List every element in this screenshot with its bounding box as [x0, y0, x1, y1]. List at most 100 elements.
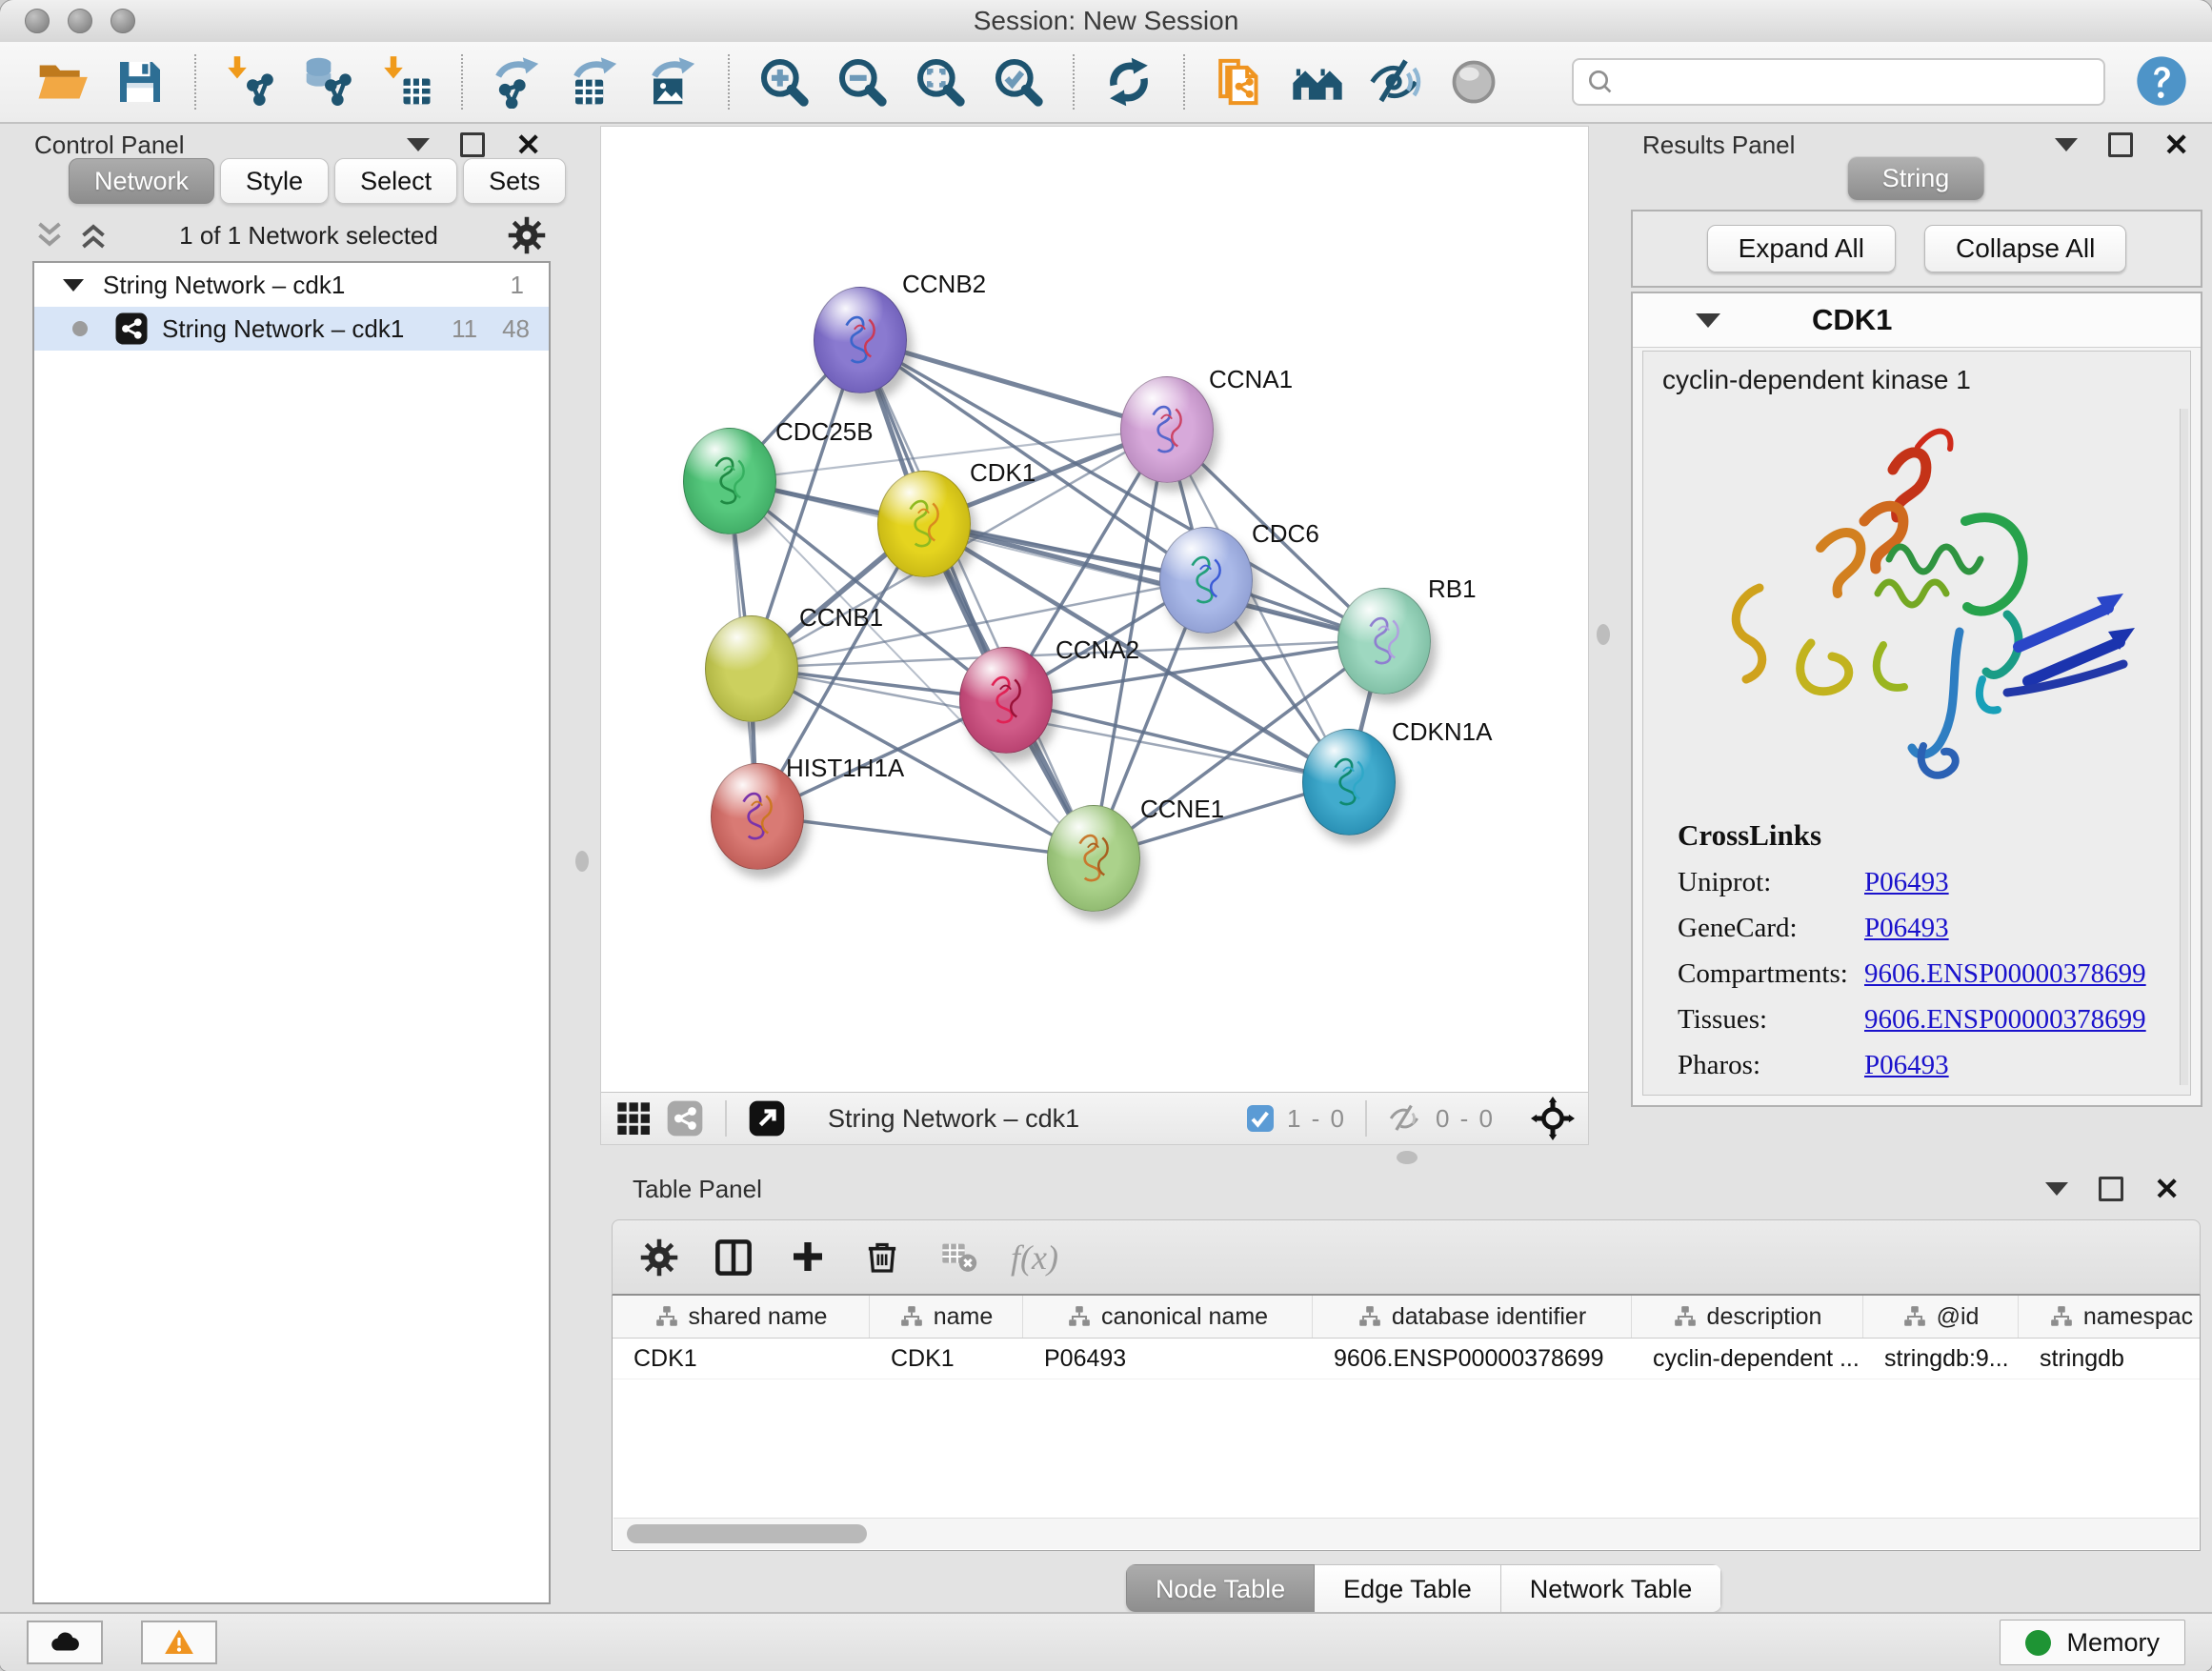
- network-node-CCNA2[interactable]: [959, 647, 1053, 754]
- memory-button[interactable]: Memory: [2000, 1620, 2185, 1665]
- table-cell[interactable]: 9606.ENSP00000378699: [1313, 1339, 1632, 1379]
- network-row[interactable]: String Network – cdk1 11 48: [34, 307, 549, 351]
- network-collection-row[interactable]: String Network – cdk1 1: [34, 263, 549, 307]
- zoom-fit-button[interactable]: [906, 50, 975, 113]
- tab-string[interactable]: String: [1848, 156, 1984, 200]
- network-node-CDC25B[interactable]: [683, 428, 776, 534]
- show-columns-button[interactable]: [714, 1238, 754, 1278]
- export-image-button[interactable]: [639, 50, 708, 113]
- table-cell[interactable]: CDK1: [613, 1339, 870, 1379]
- network-share-icon[interactable]: [666, 1099, 704, 1137]
- gene-collapse-icon[interactable]: [1696, 313, 1720, 328]
- panel-collapse-icon[interactable]: [407, 138, 430, 151]
- vertical-splitter-handle[interactable]: [1597, 624, 1610, 645]
- panel-float-icon[interactable]: [2099, 1177, 2123, 1201]
- table-cell[interactable]: CDK1: [870, 1339, 1023, 1379]
- results-scrollbar[interactable]: [2180, 409, 2188, 1085]
- network-node-CDK1[interactable]: [877, 471, 971, 577]
- panel-collapse-icon[interactable]: [2045, 1182, 2068, 1196]
- warnings-button[interactable]: [141, 1621, 217, 1664]
- grid-view-icon[interactable]: [614, 1099, 653, 1137]
- save-session-button[interactable]: [106, 50, 174, 113]
- refresh-button[interactable]: [1095, 50, 1163, 113]
- close-window-button[interactable]: [25, 9, 50, 33]
- column-header-name[interactable]: name: [870, 1296, 1023, 1338]
- panel-collapse-icon[interactable]: [2055, 138, 2078, 151]
- minimize-window-button[interactable]: [68, 9, 92, 33]
- expand-all-icon[interactable]: [76, 218, 111, 252]
- network-node-RB1[interactable]: [1337, 588, 1431, 695]
- zoom-in-button[interactable]: [750, 50, 818, 113]
- table-row[interactable]: CDK1CDK1P064939606.ENSP00000378699cyclin…: [613, 1339, 2200, 1379]
- network-node-CCNE1[interactable]: [1047, 805, 1140, 912]
- collapse-all-button[interactable]: Collapse All: [1924, 225, 2126, 272]
- horizontal-splitter-handle[interactable]: [1397, 1151, 1418, 1164]
- network-node-CCNB1[interactable]: [705, 615, 798, 722]
- help-button[interactable]: [2134, 54, 2189, 110]
- panel-close-icon[interactable]: ✕: [2154, 1174, 2180, 1204]
- column-header-shared-name[interactable]: shared name: [613, 1296, 870, 1338]
- column-header--id[interactable]: @id: [1863, 1296, 2019, 1338]
- delete-column-button[interactable]: [862, 1238, 902, 1278]
- column-header-database-identifier[interactable]: database identifier: [1313, 1296, 1632, 1338]
- selected-checkbox-icon[interactable]: [1245, 1103, 1276, 1134]
- column-header-description[interactable]: description: [1632, 1296, 1863, 1338]
- import-network-file-button[interactable]: [216, 50, 285, 113]
- tab-sets[interactable]: Sets: [463, 158, 566, 204]
- column-header-canonical-name[interactable]: canonical name: [1023, 1296, 1313, 1338]
- panel-close-icon[interactable]: ✕: [515, 130, 541, 160]
- column-header-namespac[interactable]: namespac: [2019, 1296, 2201, 1338]
- import-table-file-button[interactable]: [372, 50, 441, 113]
- network-canvas[interactable]: CCNB2CCNA1CDC25BCDK1CDC6RB1CCNB1CCNA2CDK…: [601, 127, 1588, 1093]
- collapse-all-icon[interactable]: [32, 218, 67, 252]
- tab-select[interactable]: Select: [334, 158, 457, 204]
- export-table-button[interactable]: [561, 50, 630, 113]
- panel-close-icon[interactable]: ✕: [2163, 130, 2189, 160]
- string-eye-button[interactable]: [1439, 50, 1508, 113]
- zoom-selected-button[interactable]: [984, 50, 1053, 113]
- function-builder-icon[interactable]: f(x): [1011, 1238, 1058, 1278]
- hidden-eye-icon[interactable]: [1386, 1102, 1424, 1135]
- search-input[interactable]: [1572, 58, 2105, 106]
- crosslink-link[interactable]: P06493: [1864, 867, 1949, 898]
- string-home-button[interactable]: [1283, 50, 1352, 113]
- tab-network-table[interactable]: Network Table: [1501, 1564, 1722, 1612]
- open-in-new-icon[interactable]: [748, 1099, 786, 1137]
- crosslink-link[interactable]: P06493: [1864, 1050, 1949, 1081]
- string-import-button[interactable]: [1205, 50, 1274, 113]
- tab-style[interactable]: Style: [220, 158, 329, 204]
- export-network-button[interactable]: [483, 50, 552, 113]
- zoom-out-button[interactable]: [828, 50, 896, 113]
- panel-float-icon[interactable]: [460, 132, 485, 157]
- crosslink-link[interactable]: 9606.ENSP00000378699: [1864, 958, 2146, 990]
- table-cell[interactable]: P06493: [1023, 1339, 1313, 1379]
- expand-all-button[interactable]: Expand All: [1707, 225, 1896, 272]
- tab-network[interactable]: Network: [69, 158, 214, 204]
- string-hide-button[interactable]: [1361, 50, 1430, 113]
- zoom-window-button[interactable]: [111, 9, 135, 33]
- tab-node-table[interactable]: Node Table: [1126, 1564, 1315, 1612]
- open-session-button[interactable]: [28, 50, 96, 113]
- fit-selection-icon[interactable]: [1531, 1097, 1575, 1140]
- scrollbar-thumb[interactable]: [627, 1524, 867, 1543]
- import-network-database-button[interactable]: [294, 50, 363, 113]
- table-options-button[interactable]: [639, 1238, 679, 1278]
- gene-section-header[interactable]: CDK1: [1633, 293, 2201, 348]
- network-node-CCNA1[interactable]: [1120, 376, 1214, 483]
- crosslink-link[interactable]: P06493: [1864, 913, 1949, 944]
- tree-expand-icon[interactable]: [63, 279, 84, 292]
- tab-edge-table[interactable]: Edge Table: [1315, 1564, 1501, 1612]
- table-hscrollbar[interactable]: [613, 1518, 2199, 1549]
- network-options-button[interactable]: [507, 215, 547, 255]
- table-cell[interactable]: cyclin-dependent ...: [1632, 1339, 1863, 1379]
- network-node-CDC6[interactable]: [1159, 527, 1253, 634]
- crosslink-link[interactable]: 9606.ENSP00000378699: [1864, 1004, 2146, 1036]
- vertical-splitter-handle[interactable]: [575, 851, 589, 872]
- panel-float-icon[interactable]: [2108, 132, 2133, 157]
- delete-table-button[interactable]: [936, 1238, 976, 1278]
- create-column-button[interactable]: [788, 1238, 828, 1278]
- network-node-CCNB2[interactable]: [814, 287, 907, 393]
- cloud-status-button[interactable]: [27, 1621, 103, 1664]
- table-cell[interactable]: stringdb:9...: [1863, 1339, 2019, 1379]
- table-cell[interactable]: stringdb: [2019, 1339, 2201, 1379]
